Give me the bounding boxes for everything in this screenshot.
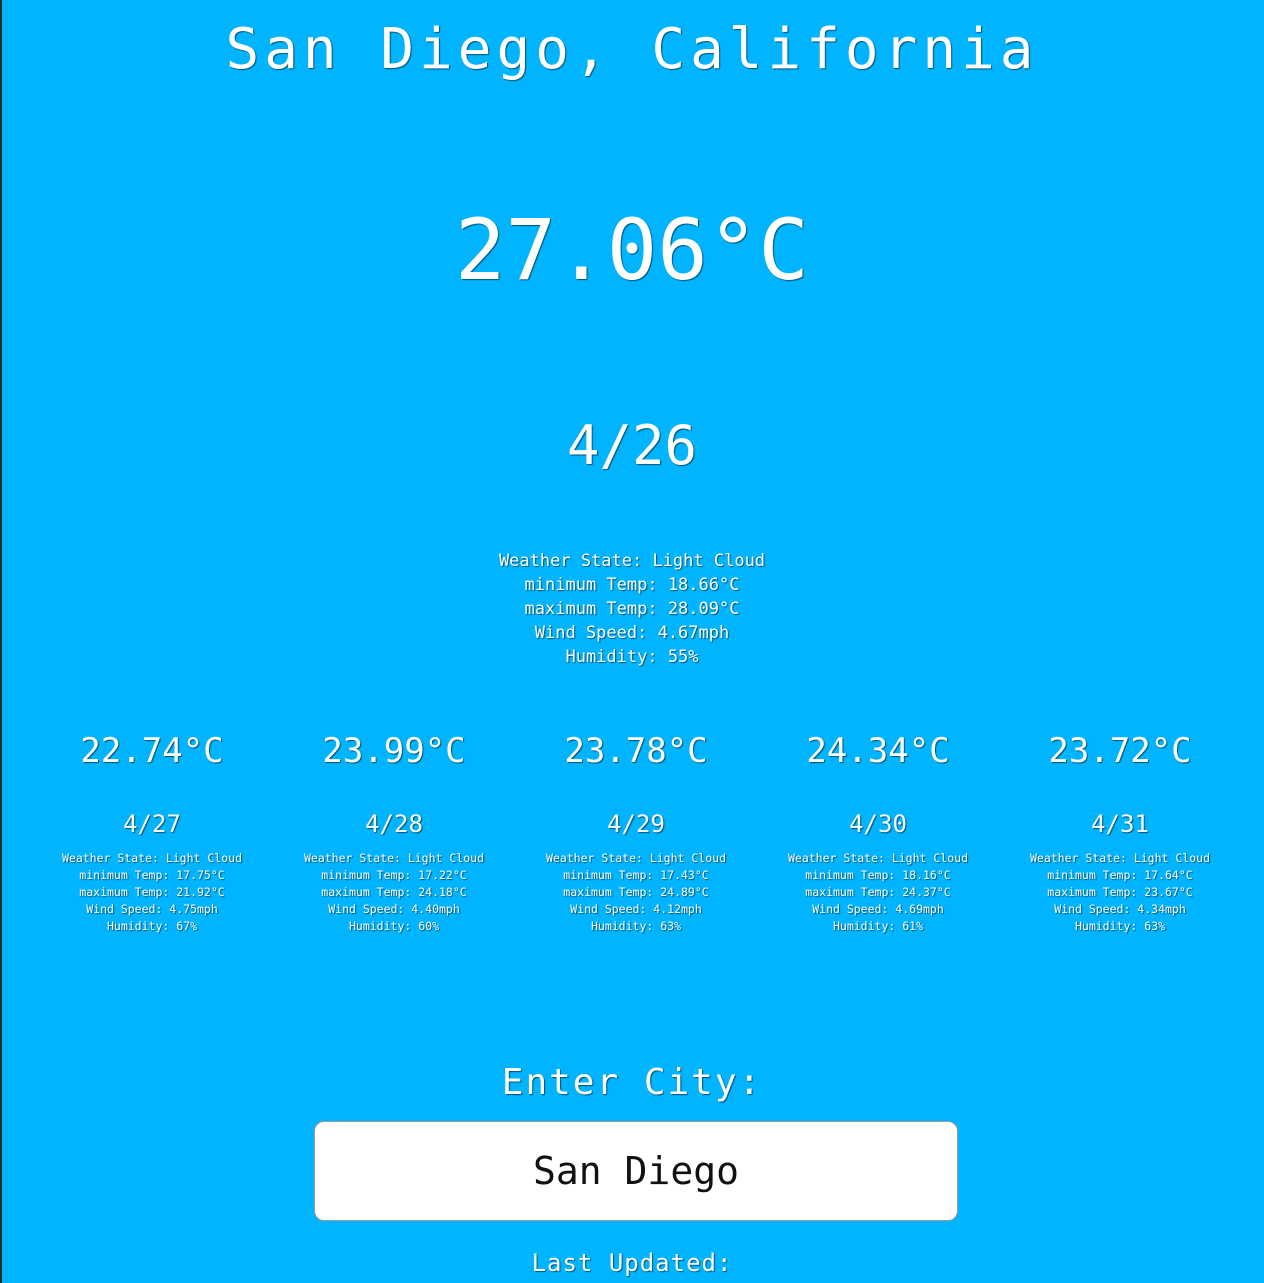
forecast-humidity: Humidity: 61%	[832, 919, 923, 933]
current-date: 4/26	[566, 414, 698, 477]
city-title: San Diego, California	[225, 17, 1039, 82]
forecast-weather-state: Weather State: Light Cloud	[545, 851, 726, 865]
forecast-humidity: Humidity: 67%	[106, 919, 197, 933]
forecast-max-temp: maximum Temp: 24.18°C	[321, 885, 467, 899]
forecast-row: 22.74°C 4/27 Weather State: Light Cloud …	[31, 728, 1241, 935]
current-weather-state: Weather State: Light Cloud	[498, 551, 766, 571]
forecast-humidity: Humidity: 63%	[1074, 919, 1165, 933]
forecast-weather-state: Weather State: Light Cloud	[1029, 851, 1210, 865]
forecast-date: 4/31	[1091, 810, 1149, 838]
current-details: Weather State: Light Cloud minimum Temp:…	[0, 549, 1264, 669]
forecast-humidity: Humidity: 63%	[590, 919, 681, 933]
forecast-temperature: 22.74°C	[80, 731, 224, 771]
forecast-details: Weather State: Light Cloud minimum Temp:…	[515, 850, 757, 935]
forecast-details: Weather State: Light Cloud minimum Temp:…	[31, 850, 273, 935]
forecast-min-temp: minimum Temp: 17.75°C	[79, 868, 225, 882]
forecast-day: 23.78°C 4/29 Weather State: Light Cloud …	[515, 728, 757, 935]
forecast-max-temp: maximum Temp: 21.92°C	[79, 885, 225, 899]
forecast-weather-state: Weather State: Light Cloud	[787, 851, 968, 865]
forecast-temperature: 23.72°C	[1048, 731, 1192, 771]
forecast-details: Weather State: Light Cloud minimum Temp:…	[999, 850, 1241, 935]
forecast-max-temp: maximum Temp: 23.67°C	[1047, 885, 1193, 899]
forecast-weather-state: Weather State: Light Cloud	[303, 851, 484, 865]
forecast-temperature: 23.78°C	[564, 731, 708, 771]
forecast-day: 24.34°C 4/30 Weather State: Light Cloud …	[757, 728, 999, 935]
forecast-min-temp: minimum Temp: 17.43°C	[563, 868, 709, 882]
current-max-temp: maximum Temp: 28.09°C	[524, 599, 740, 619]
forecast-wind-speed: Wind Speed: 4.12mph	[570, 902, 702, 916]
forecast-day: 23.99°C 4/28 Weather State: Light Cloud …	[273, 728, 515, 935]
forecast-details: Weather State: Light Cloud minimum Temp:…	[757, 850, 999, 935]
forecast-day: 23.72°C 4/31 Weather State: Light Cloud …	[999, 728, 1241, 935]
forecast-max-temp: maximum Temp: 24.37°C	[805, 885, 951, 899]
current-temperature: 27.06°C	[454, 201, 809, 299]
current-min-temp: minimum Temp: 18.66°C	[524, 575, 740, 595]
forecast-wind-speed: Wind Speed: 4.34mph	[1054, 902, 1186, 916]
forecast-date: 4/29	[607, 810, 665, 838]
city-input[interactable]	[314, 1121, 958, 1221]
enter-city-label: Enter City:	[501, 1062, 763, 1103]
forecast-date: 4/30	[849, 810, 907, 838]
forecast-min-temp: minimum Temp: 17.64°C	[1047, 868, 1193, 882]
current-wind-speed: Wind Speed: 4.67mph	[534, 623, 730, 643]
forecast-wind-speed: Wind Speed: 4.69mph	[812, 902, 944, 916]
last-updated-label: Last Updated:	[531, 1249, 733, 1277]
forecast-weather-state: Weather State: Light Cloud	[61, 851, 242, 865]
forecast-temperature: 24.34°C	[806, 731, 950, 771]
forecast-date: 4/27	[123, 810, 181, 838]
forecast-min-temp: minimum Temp: 17.22°C	[321, 868, 467, 882]
forecast-date: 4/28	[365, 810, 423, 838]
forecast-min-temp: minimum Temp: 18.16°C	[805, 868, 951, 882]
weather-page: San Diego, California 27.06°C 4/26 Weath…	[0, 0, 1264, 1283]
forecast-wind-speed: Wind Speed: 4.40mph	[328, 902, 460, 916]
forecast-max-temp: maximum Temp: 24.89°C	[563, 885, 709, 899]
current-humidity: Humidity: 55%	[565, 647, 699, 667]
forecast-humidity: Humidity: 60%	[348, 919, 439, 933]
forecast-day: 22.74°C 4/27 Weather State: Light Cloud …	[31, 728, 273, 935]
forecast-details: Weather State: Light Cloud minimum Temp:…	[273, 850, 515, 935]
forecast-wind-speed: Wind Speed: 4.75mph	[86, 902, 218, 916]
forecast-temperature: 23.99°C	[322, 731, 466, 771]
